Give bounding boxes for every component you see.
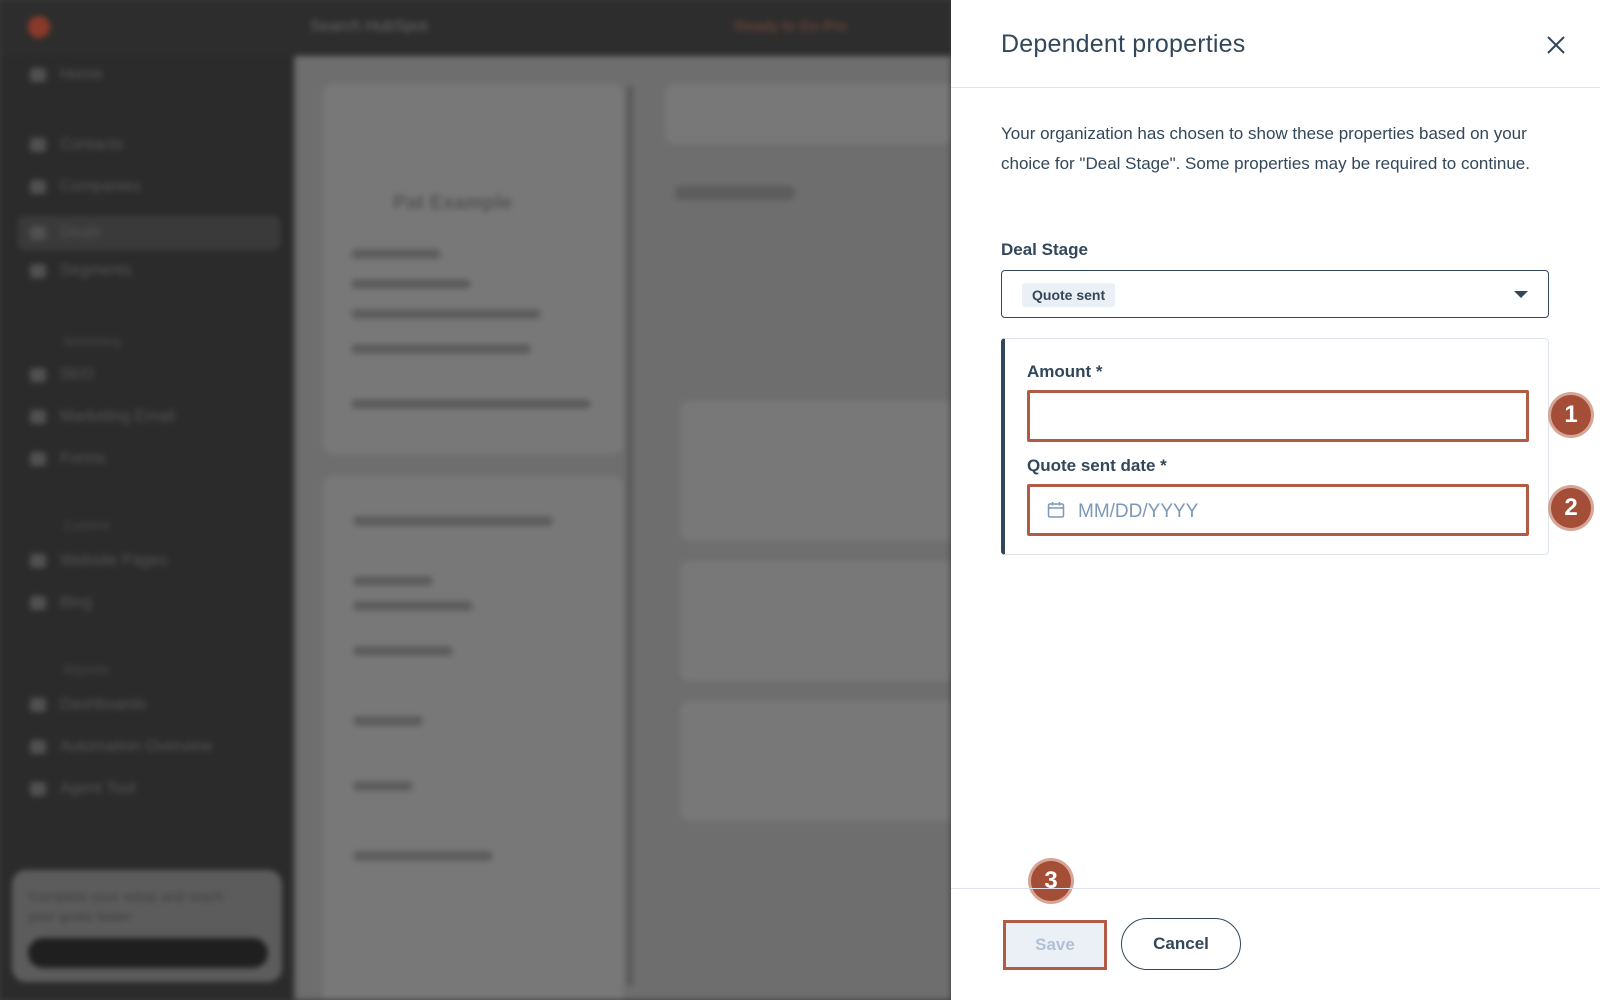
background-app: Search HubSpot Ready to Go Pro Home Cont… (0, 0, 951, 1000)
quote-sent-date-input[interactable]: MM/DD/YYYY (1027, 484, 1529, 536)
bg-section: Content (64, 518, 110, 533)
save-button[interactable]: Save (1003, 920, 1107, 970)
bg-upgrade: Ready to Go Pro (735, 18, 847, 35)
bg-promo-button (28, 938, 268, 968)
bg-nav-item: Home (30, 66, 103, 84)
bg-nav-item: Companies (30, 178, 141, 196)
amount-label: Amount * (1027, 362, 1103, 381)
close-button[interactable] (1541, 30, 1571, 60)
deal-stage-value: Quote sent (1022, 283, 1116, 307)
bg-activity-card (680, 401, 951, 541)
bg-tab-card (665, 84, 951, 144)
close-icon (1547, 36, 1565, 54)
calendar-icon (1047, 502, 1065, 518)
bg-nav-item: Marketing Email (30, 408, 175, 426)
bg-promo-card: Complete your setup and reach your goals… (12, 870, 282, 982)
annotation-badge-1: 1 (1551, 395, 1591, 435)
bg-record-title: Pat Example (393, 192, 512, 214)
bg-nav-item: Dashboards (30, 696, 146, 714)
bg-topbar: Search HubSpot Ready to Go Pro (0, 0, 951, 56)
bg-nav-item: Deals (18, 216, 280, 250)
bg-section: Reports (64, 662, 110, 677)
bg-nav-item: Agent Tool (30, 780, 135, 798)
chevron-down-icon (1514, 291, 1528, 298)
panel-description: Your organization has chosen to show the… (1001, 124, 1530, 173)
panel-title: Dependent properties (1001, 30, 1246, 58)
bg-activity-card (680, 701, 951, 821)
bg-record-card: Pat Example (323, 84, 623, 454)
bg-nav-item: Automation Overview (30, 738, 212, 756)
bg-promo-text: Complete your setup and reach your goals… (28, 888, 224, 924)
bg-about-card (323, 476, 623, 1000)
bg-sidebar: Home Contacts Companies Deals Segments M… (0, 56, 292, 1000)
bg-search: Search HubSpot (310, 18, 428, 35)
bg-main: Pat Example (295, 56, 951, 1000)
bg-nav-item: Blog (30, 594, 92, 612)
annotation-badge-2: 2 (1551, 488, 1591, 528)
dependent-properties-panel: Dependent properties Your organization h… (951, 0, 1600, 1000)
logo-icon (28, 16, 50, 38)
bg-nav-item: Contacts (30, 136, 123, 154)
bg-section: Marketing (64, 334, 122, 349)
deal-stage-select[interactable]: Quote sent (1001, 270, 1549, 318)
bg-nav-item: Segments (30, 262, 132, 280)
quote-sent-date-label: Quote sent date * (1027, 456, 1167, 475)
panel-header: Dependent properties (951, 0, 1600, 88)
amount-input[interactable] (1027, 390, 1529, 442)
deal-stage-label: Deal Stage (1001, 240, 1088, 259)
bg-nav-item: Website Pages (30, 552, 167, 570)
date-placeholder: MM/DD/YYYY (1078, 501, 1199, 522)
bg-nav-item: SEO (30, 366, 94, 384)
bg-activity-card (680, 561, 951, 681)
bg-nav-item: Forms (30, 450, 105, 468)
cancel-button[interactable]: Cancel (1121, 918, 1241, 970)
